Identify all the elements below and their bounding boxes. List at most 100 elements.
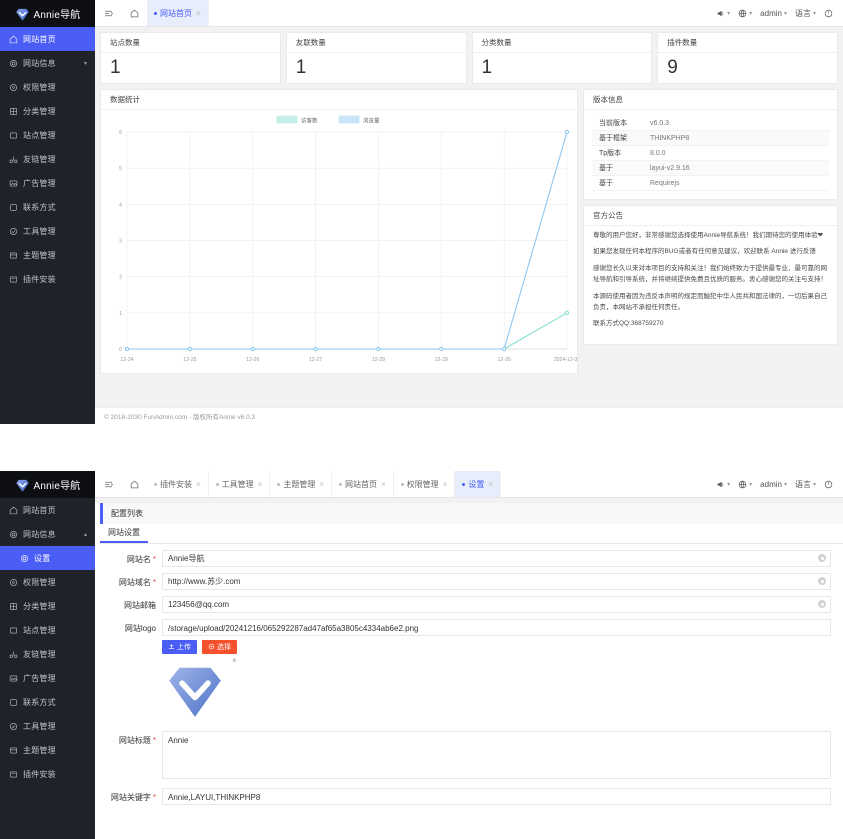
version-value: v6.0.3 (650, 120, 669, 127)
sound-icon[interactable]: ▾ (713, 9, 733, 18)
version-row: 基于Requirejs (592, 176, 829, 191)
legend-label[interactable]: 访客数 (301, 117, 318, 125)
sidebar-item-1[interactable]: 网站首页 (0, 498, 95, 522)
user-menu[interactable]: admin ▾ (757, 9, 790, 18)
site-name-input[interactable] (162, 550, 831, 567)
site-title-textarea[interactable]: Annie (162, 731, 831, 779)
sidebar-item-10[interactable]: 主题管理 (0, 243, 95, 267)
tab-label: 工具管理 (222, 479, 254, 490)
home-icon[interactable] (121, 0, 147, 26)
tab-6[interactable]: 设置× (455, 471, 501, 497)
home-icon[interactable] (121, 471, 147, 497)
close-icon[interactable]: × (232, 656, 237, 665)
sidebar-item-9[interactable]: 联系方式 (0, 690, 95, 714)
sidebar-item-7[interactable]: 友链管理 (0, 642, 95, 666)
data-point (377, 347, 380, 350)
sidebar-item-5[interactable]: 分类管理 (0, 594, 95, 618)
tab-3[interactable]: 主题管理× (270, 471, 332, 497)
site-domain-input[interactable] (162, 573, 831, 590)
image-icon (9, 674, 18, 683)
tool-icon (9, 227, 18, 236)
site-email-input[interactable] (162, 596, 831, 613)
chevron-down-icon: ▾ (813, 481, 816, 488)
gear-icon (9, 59, 18, 68)
tab-2[interactable]: 工具管理 × (209, 471, 271, 497)
sidebar-item-11[interactable]: 主题管理 (0, 738, 95, 762)
sidebar-item-4[interactable]: 分类管理 (0, 99, 95, 123)
target-icon (208, 643, 215, 652)
gear-icon (20, 554, 29, 563)
version-key: 基于 (592, 178, 650, 188)
diamond-logo-icon (15, 478, 30, 492)
x-tick-label: 12-28 (372, 357, 385, 363)
site-keyword-value[interactable]: Annie,LAYUI,THINKPHP8 (162, 788, 831, 805)
notice-paragraph: 本源码使用者因为违反本声明的规定而触犯中华人民共和国法律的，一切后果自己负责，本… (593, 291, 828, 314)
close-icon[interactable]: × (488, 480, 493, 489)
sidebar-item-6[interactable]: 友链管理 (0, 147, 95, 171)
sidebar-item-3[interactable]: 设置 (0, 546, 95, 570)
tab-5[interactable]: 权限管理× (394, 471, 456, 497)
close-icon[interactable]: × (196, 9, 201, 18)
upload-button[interactable]: 上传 (162, 640, 197, 654)
brand-logo[interactable]: Annie导航 (0, 0, 95, 27)
sidebar-item-2[interactable]: 网站信息▾ (0, 51, 95, 75)
close-icon[interactable]: × (443, 480, 448, 489)
close-icon[interactable]: × (196, 480, 201, 489)
sidebar-item-7[interactable]: 广告管理 (0, 171, 95, 195)
clear-icon[interactable] (818, 600, 826, 608)
power-icon[interactable] (821, 9, 836, 18)
tab-4[interactable]: 网站首页× (332, 471, 394, 497)
stat-value: 1 (101, 53, 280, 80)
notice-title: 官方公告 (584, 206, 837, 226)
menu-fold-icon[interactable] (95, 471, 121, 497)
choose-button[interactable]: 选择 (202, 640, 237, 654)
sound-icon[interactable]: ▾ (713, 480, 733, 489)
site-logo-path[interactable]: /storage/upload/20241216/065292287ad47af… (162, 619, 831, 636)
sidebar-item-1[interactable]: 网站首页 (0, 27, 95, 51)
globe-icon[interactable]: ▾ (735, 480, 755, 489)
sidebar-item-2[interactable]: 网站信息▴ (0, 522, 95, 546)
chevron-down-icon: ▾ (727, 481, 730, 488)
label-text: 网站域名 (119, 578, 151, 587)
field-label: 网站logo (100, 619, 162, 634)
y-tick-label: 1 (119, 311, 122, 317)
sidebar-item-11[interactable]: 插件安装 (0, 267, 95, 291)
sidebar-item-4[interactable]: 权限管理 (0, 570, 95, 594)
version-row: Tp版本8.0.0 (592, 146, 829, 161)
close-icon[interactable]: × (258, 480, 263, 489)
brand-logo-2[interactable]: Annie导航 (0, 471, 95, 498)
x-tick-label: 12-30 (498, 357, 511, 363)
sidebar-item-10[interactable]: 工具管理 (0, 714, 95, 738)
sidebar-item-5[interactable]: 站点管理 (0, 123, 95, 147)
legend-swatch[interactable] (277, 116, 297, 123)
chevron-icon: ▾ (84, 60, 87, 67)
sidebar-item-8[interactable]: 广告管理 (0, 666, 95, 690)
menu-fold-icon[interactable] (95, 0, 121, 26)
globe-icon[interactable]: ▾ (735, 9, 755, 18)
clear-icon[interactable] (818, 577, 826, 585)
legend-label[interactable]: 浏览量 (363, 117, 380, 125)
sidebar-item-12[interactable]: 插件安装 (0, 762, 95, 786)
gear-icon (9, 530, 18, 539)
close-icon[interactable]: × (319, 480, 324, 489)
close-icon[interactable]: × (381, 480, 386, 489)
legend-swatch[interactable] (339, 116, 359, 123)
language-menu[interactable]: 语言 ▾ (792, 8, 819, 19)
link-icon (9, 650, 18, 659)
tab-1[interactable]: 网站首页× (147, 0, 209, 26)
clear-icon[interactable] (818, 554, 826, 562)
power-icon[interactable] (821, 480, 836, 489)
sidebar-item-3[interactable]: 权限管理 (0, 75, 95, 99)
tab-site-settings[interactable]: 网站设置 (100, 527, 148, 543)
tab-1[interactable]: 插件安装× (147, 471, 209, 497)
language-menu[interactable]: 语言 ▾ (792, 479, 819, 490)
sidebar-item-9[interactable]: 工具管理 (0, 219, 95, 243)
sidebar-item-8[interactable]: 联系方式 (0, 195, 95, 219)
user-menu[interactable]: admin ▾ (757, 480, 790, 489)
series-line (127, 313, 567, 349)
data-point (314, 347, 317, 350)
sidebar-item-6[interactable]: 站点管理 (0, 618, 95, 642)
upload-icon (168, 643, 175, 652)
version-key: 基于 (592, 163, 650, 173)
contact-icon (9, 203, 18, 212)
